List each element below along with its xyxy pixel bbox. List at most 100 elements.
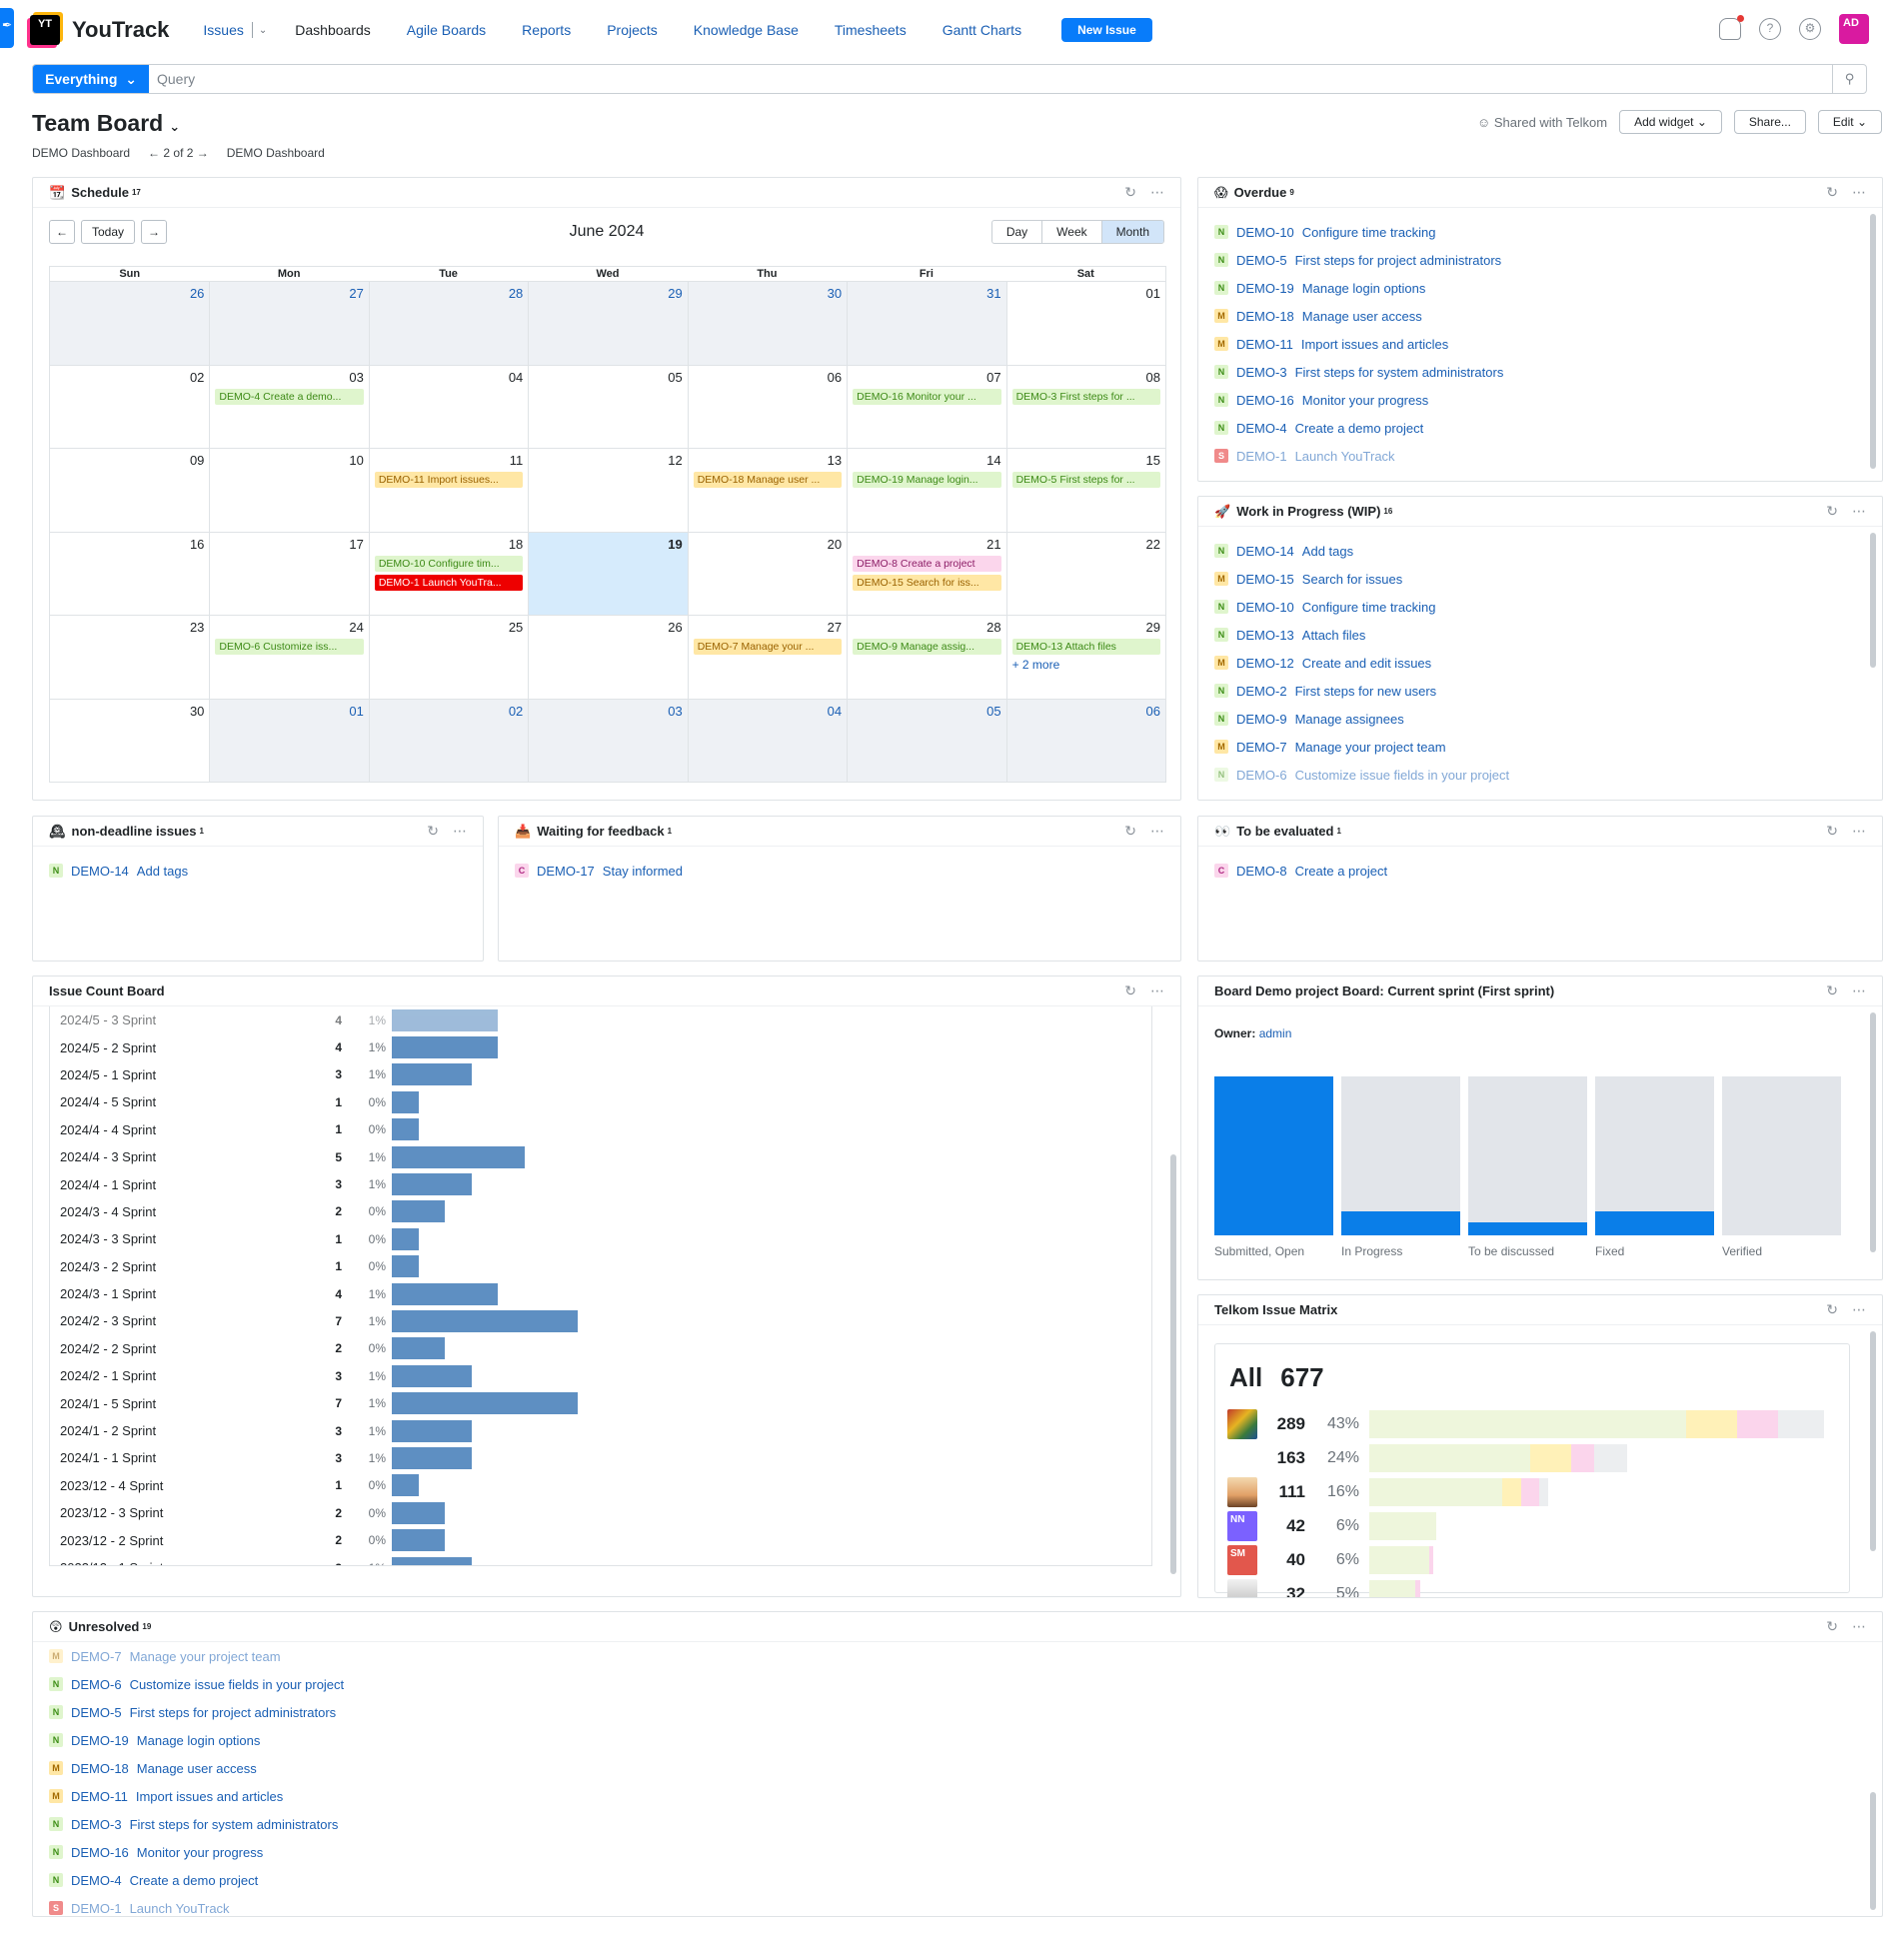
more-options-icon[interactable]: ⋯ xyxy=(1852,982,1866,999)
scrollbar[interactable] xyxy=(1870,1012,1876,1252)
issue-summary-link[interactable]: Import issues and articles xyxy=(1301,337,1448,352)
refresh-icon[interactable]: ↻ xyxy=(1826,1301,1838,1318)
more-options-icon[interactable]: ⋯ xyxy=(1852,503,1866,520)
issue-summary-link[interactable]: First steps for new users xyxy=(1295,684,1437,699)
matrix-row[interactable]: 32 5% xyxy=(1227,1579,1420,1597)
matrix-row[interactable]: NN 42 6% xyxy=(1227,1511,1436,1541)
share-button[interactable]: Share... xyxy=(1733,110,1806,134)
sprint-column[interactable] xyxy=(1468,1076,1587,1235)
calendar-event[interactable]: DEMO-7 Manage your ... xyxy=(693,639,843,655)
calendar-day[interactable]: 18 DEMO-10 Configure tim... DEMO-1 Launch … xyxy=(368,531,529,615)
view-month-button[interactable]: Month xyxy=(1101,221,1163,243)
calendar-day[interactable]: 10 xyxy=(209,448,369,532)
issue-count-row[interactable]: 2023/12 - 3 Sprint 2 0% xyxy=(50,1499,1151,1526)
settings-gear-icon[interactable]: ⚙ xyxy=(1799,18,1821,40)
issue-count-row[interactable]: 2024/5 - 3 Sprint 4 1% xyxy=(50,1006,1151,1033)
issue-row[interactable]: M DEMO-18 Manage user access xyxy=(1214,302,1866,330)
issue-row[interactable]: N DEMO-9 Manage assignees xyxy=(1214,705,1866,733)
prev-month-button[interactable]: ← xyxy=(49,220,75,244)
calendar-day[interactable]: 04 xyxy=(687,698,848,782)
issue-row[interactable]: N DEMO-19 Manage login options xyxy=(49,1726,1866,1754)
issue-id-link[interactable]: DEMO-9 xyxy=(1236,712,1287,727)
calendar-day[interactable]: 30 xyxy=(687,281,848,365)
more-options-icon[interactable]: ⋯ xyxy=(453,823,467,840)
calendar-day[interactable]: 08 DEMO-3 First steps for ... xyxy=(1005,364,1165,448)
matrix-row[interactable]: 111 16% xyxy=(1227,1477,1549,1507)
calendar-day[interactable]: 26 xyxy=(528,615,688,699)
issue-count-row[interactable]: 2024/2 - 1 Sprint 3 1% xyxy=(50,1362,1151,1389)
issue-row[interactable]: M DEMO-18 Manage user access xyxy=(49,1754,1866,1782)
issue-row[interactable]: N DEMO-14 Add tags xyxy=(49,857,467,885)
sprint-column[interactable] xyxy=(1722,1076,1841,1235)
sprint-column[interactable] xyxy=(1595,1076,1714,1235)
search-input[interactable]: Query xyxy=(149,65,1832,93)
refresh-icon[interactable]: ↻ xyxy=(1826,982,1838,999)
notifications-bell-icon[interactable] xyxy=(1719,15,1744,40)
calendar-event[interactable]: DEMO-9 Manage assig... xyxy=(853,639,1001,655)
issue-summary-link[interactable]: First steps for project administrators xyxy=(1295,253,1502,268)
issue-summary-link[interactable]: Create a project xyxy=(1295,864,1388,879)
calendar-day[interactable]: 02 xyxy=(368,698,529,782)
calendar-day[interactable]: 12 xyxy=(528,448,688,532)
calendar-day[interactable]: 28 DEMO-9 Manage assig... xyxy=(847,615,1006,699)
issue-count-row[interactable]: 2024/2 - 3 Sprint 7 1% xyxy=(50,1307,1151,1334)
issue-row[interactable]: C DEMO-8 Create a project xyxy=(1214,857,1866,885)
issue-summary-link[interactable]: Import issues and articles xyxy=(136,1789,283,1804)
calendar-day[interactable]: 23 xyxy=(50,615,210,699)
calendar-day[interactable]: 17 xyxy=(209,531,369,615)
calendar-day[interactable]: 09 xyxy=(50,448,210,532)
calendar-day[interactable]: 25 xyxy=(368,615,529,699)
issue-row[interactable]: M DEMO-11 Import issues and articles xyxy=(1214,330,1866,358)
issue-count-row[interactable]: 2024/1 - 5 Sprint 7 1% xyxy=(50,1389,1151,1416)
issue-id-link[interactable]: DEMO-7 xyxy=(71,1649,122,1664)
issue-summary-link[interactable]: Manage user access xyxy=(137,1761,257,1776)
calendar-day[interactable]: 02 xyxy=(50,364,210,449)
issue-row[interactable]: M DEMO-11 Import issues and articles xyxy=(49,1782,1866,1810)
issue-id-link[interactable]: DEMO-11 xyxy=(71,1789,128,1804)
arrow-left-icon[interactable]: ← xyxy=(148,146,160,160)
nav-issues[interactable]: Issues xyxy=(203,22,243,38)
edit-button[interactable]: Edit ⌄ xyxy=(1817,110,1882,134)
issue-id-link[interactable]: DEMO-14 xyxy=(1236,544,1294,559)
more-options-icon[interactable]: ⋯ xyxy=(1852,1618,1866,1635)
issue-summary-link[interactable]: Create and edit issues xyxy=(1302,656,1431,671)
nav-projects[interactable]: Projects xyxy=(607,22,658,38)
youtrack-logo[interactable]: YT xyxy=(30,15,60,45)
sidebar-toggle[interactable]: ✒ xyxy=(0,8,14,48)
issue-count-row[interactable]: 2024/4 - 3 Sprint 5 1% xyxy=(50,1143,1151,1170)
scrollbar[interactable] xyxy=(1870,1792,1876,1910)
refresh-icon[interactable]: ↻ xyxy=(1826,184,1838,201)
issue-row[interactable]: N DEMO-19 Manage login options xyxy=(1214,274,1866,302)
calendar-day[interactable]: 27 DEMO-7 Manage your ... xyxy=(687,615,848,699)
calendar-day[interactable]: 21 DEMO-8 Create a project DEMO-15 Search … xyxy=(847,531,1006,615)
refresh-icon[interactable]: ↻ xyxy=(1826,1618,1838,1635)
calendar-day[interactable]: 27 xyxy=(209,281,369,365)
show-more-link[interactable]: + 2 more xyxy=(1012,658,1160,672)
calendar-day[interactable]: 05 xyxy=(847,698,1006,782)
more-options-icon[interactable]: ⋯ xyxy=(1150,982,1164,999)
issue-row[interactable]: C DEMO-17 Stay informed xyxy=(515,857,1164,885)
issue-row[interactable]: N DEMO-13 Attach files xyxy=(1214,621,1866,649)
breadcrumb-dashboard[interactable]: DEMO Dashboard xyxy=(32,146,130,160)
issue-id-link[interactable]: DEMO-4 xyxy=(71,1873,122,1888)
issue-count-row[interactable]: 2024/3 - 4 Sprint 2 0% xyxy=(50,1198,1151,1225)
matrix-row[interactable]: 289 43% xyxy=(1227,1409,1825,1439)
issue-id-link[interactable]: DEMO-18 xyxy=(71,1761,129,1776)
search-icon[interactable]: ⚲ xyxy=(1832,65,1866,93)
issue-id-link[interactable]: DEMO-1 xyxy=(71,1901,122,1916)
next-month-button[interactable]: → xyxy=(141,220,167,244)
scrollbar[interactable] xyxy=(1170,1154,1176,1574)
issue-row[interactable]: N DEMO-2 First steps for new users xyxy=(1214,677,1866,705)
issue-id-link[interactable]: DEMO-8 xyxy=(1236,864,1287,879)
calendar-event[interactable]: DEMO-8 Create a project xyxy=(853,555,1001,572)
issue-id-link[interactable]: DEMO-7 xyxy=(1236,740,1287,755)
refresh-icon[interactable]: ↻ xyxy=(1826,503,1838,520)
issue-summary-link[interactable]: Launch YouTrack xyxy=(130,1901,230,1916)
arrow-right-icon[interactable]: → xyxy=(197,146,209,160)
dashboard-title[interactable]: Team Board ⌄ xyxy=(32,110,180,137)
calendar-day[interactable]: 31 xyxy=(847,281,1006,365)
calendar-event[interactable]: DEMO-10 Configure tim... xyxy=(374,555,524,572)
issue-summary-link[interactable]: First steps for system administrators xyxy=(1295,365,1504,380)
calendar-event[interactable]: DEMO-19 Manage login... xyxy=(853,472,1001,488)
calendar-event[interactable]: DEMO-1 Launch YouTra... xyxy=(374,574,524,591)
